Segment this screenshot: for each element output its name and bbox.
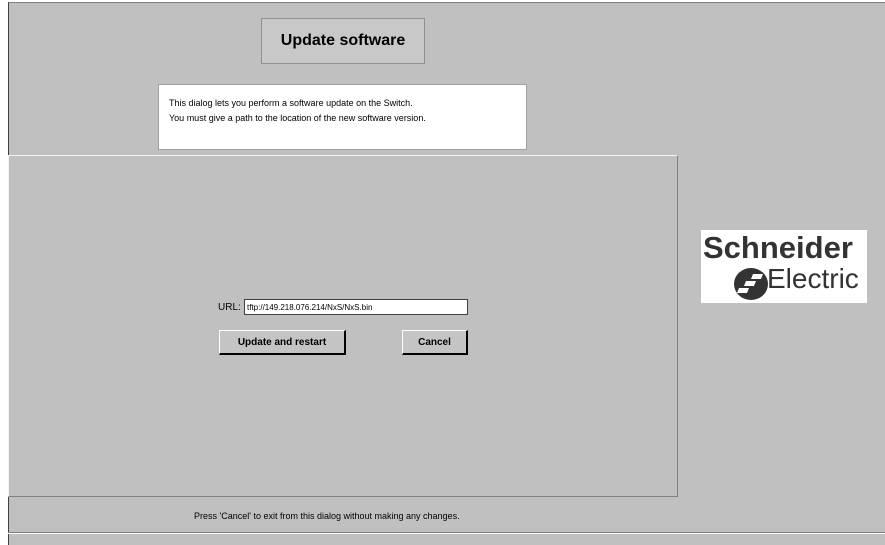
description-line-1: This dialog lets you perform a software …	[169, 98, 413, 108]
update-and-restart-button[interactable]: Update and restart	[219, 330, 346, 355]
schneider-electric-logo: Schneider Electric	[701, 230, 867, 303]
description-box: This dialog lets you perform a software …	[158, 84, 527, 150]
footer-divider-highlight	[8, 533, 885, 534]
page-title: Update software	[261, 18, 425, 64]
form-panel	[8, 155, 678, 497]
cancel-button-label: Cancel	[418, 336, 451, 348]
logo-line-2: Electric	[767, 263, 859, 294]
url-input[interactable]	[244, 299, 468, 315]
update-button-label: Update and restart	[237, 336, 327, 348]
footer-hint: Press 'Cancel' to exit from this dialog …	[194, 511, 460, 521]
logo-line-1: Schneider	[703, 230, 853, 265]
page-title-text: Update software	[280, 32, 406, 49]
cancel-button[interactable]: Cancel	[402, 330, 468, 355]
description-line-2: You must give a path to the location of …	[169, 113, 426, 123]
url-label: URL:	[218, 302, 241, 313]
